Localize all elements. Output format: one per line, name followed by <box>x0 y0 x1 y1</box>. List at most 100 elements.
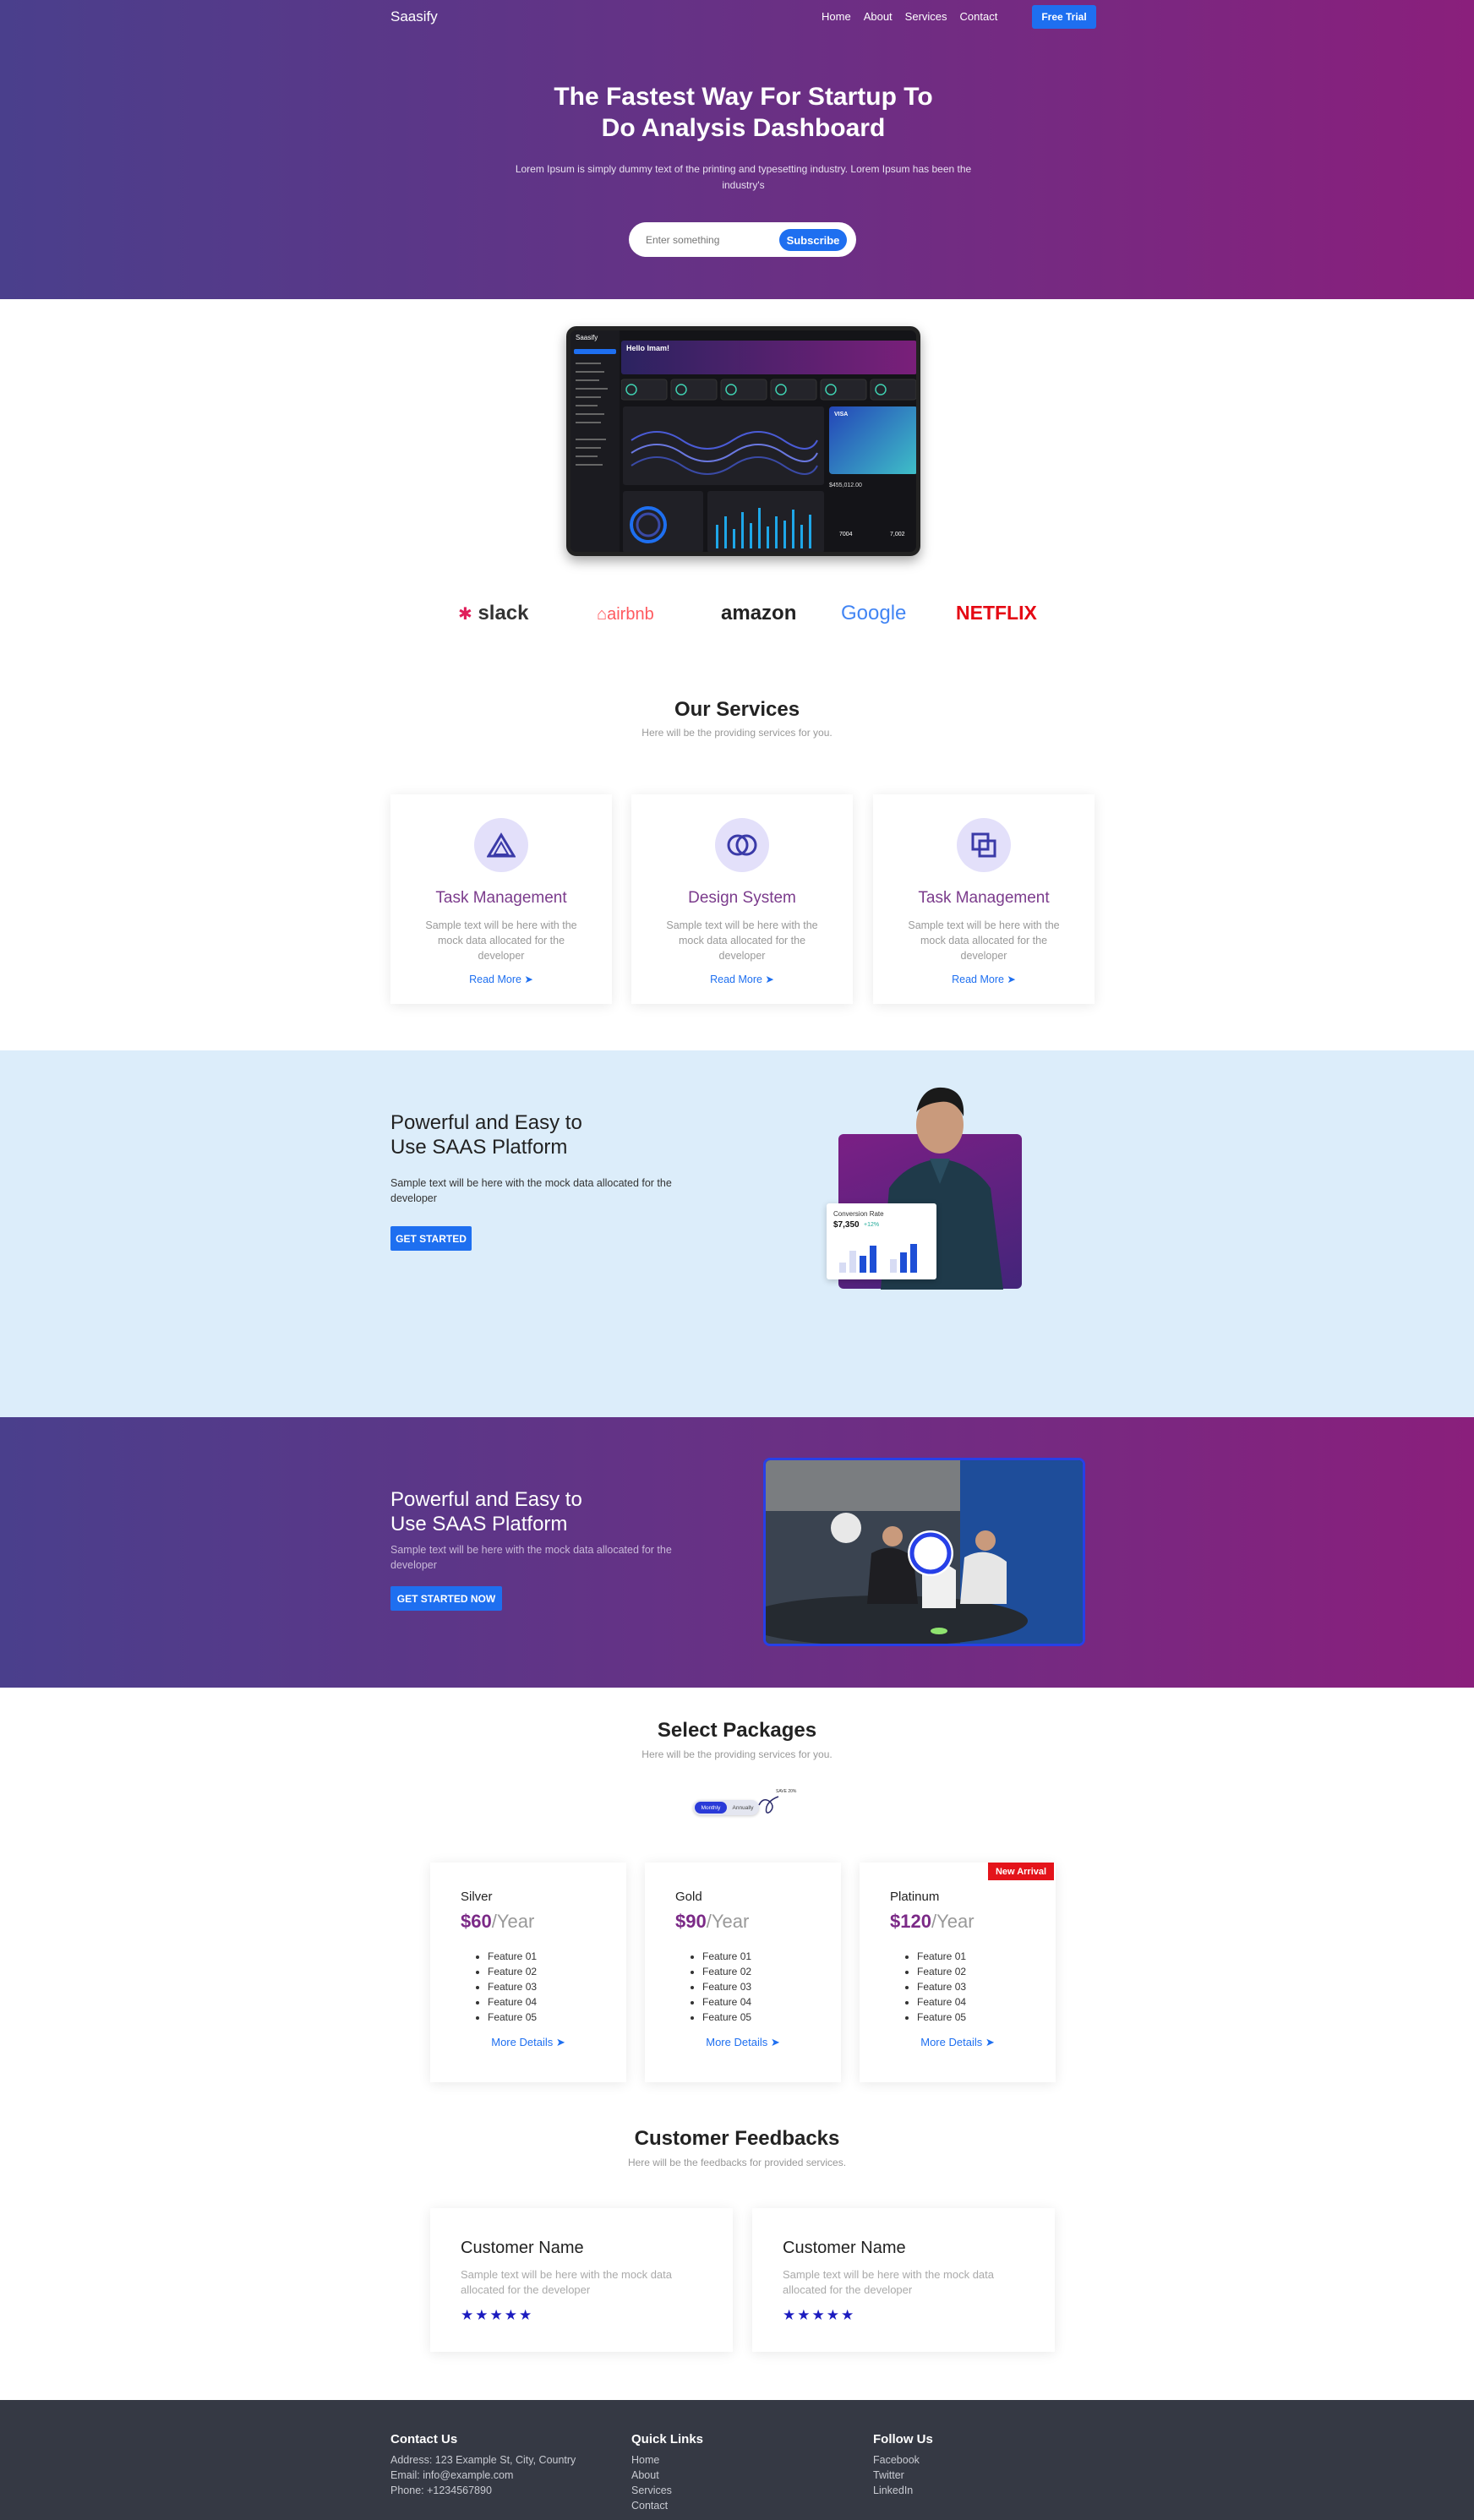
footer-follow: Follow Us Facebook Twitter LinkedIn <box>873 2432 933 2498</box>
customer-name: Customer Name <box>783 2239 906 2257</box>
subscribe-button[interactable]: Subscribe <box>779 229 847 251</box>
get-started-now-button[interactable]: GET STARTED NOW <box>390 1586 502 1611</box>
office-photo <box>766 1460 1083 1644</box>
toggle-note: SAVE 20% <box>776 1789 797 1794</box>
plan-feature: Feature 05 <box>702 2010 751 2025</box>
widget-bars <box>839 1244 917 1273</box>
footer-follow-title: Follow Us <box>873 2432 933 2446</box>
brand-slack: ✱ slack <box>458 602 529 625</box>
brand-airbnb: ⌂airbnb <box>597 605 654 625</box>
plan-period: /Year <box>931 1911 974 1932</box>
overlap-circles-icon <box>715 818 769 872</box>
footer-link-services[interactable]: Services <box>631 2483 703 2498</box>
slack-icon: ✱ <box>458 605 472 624</box>
dashboard-logo: Saasify <box>576 334 598 341</box>
star-rating-icon: ★★★★★ <box>461 2307 534 2323</box>
footer-contact: Contact Us Address: 123 Example St, City… <box>390 2432 576 2498</box>
free-trial-button[interactable]: Free Trial <box>1032 5 1096 29</box>
card-brand: VISA <box>834 412 849 417</box>
feedback-card: Customer Name Sample text will be here w… <box>752 2208 1055 2352</box>
footer-links-title: Quick Links <box>631 2432 704 2446</box>
dashboard-sidebar: Saasify <box>570 330 620 552</box>
platform-title-line2: Use SAAS Platform <box>390 1136 568 1159</box>
curly-arrow-icon <box>758 1796 779 1814</box>
plan-feature: Feature 02 <box>702 1964 751 1979</box>
platform-title: Powerful and Easy to Use SAAS Platform <box>390 1110 582 1159</box>
plan-feature: Feature 03 <box>702 1979 751 1994</box>
toggle-monthly[interactable]: Monthly <box>695 1802 727 1814</box>
dashboard-stat2: 7,002 <box>890 532 905 537</box>
hero-section: Saasify Home About Services Contact Free… <box>0 0 1474 299</box>
plan-price: $60/Year <box>461 1911 534 1933</box>
feedback-text: Sample text will be here with the mock d… <box>783 2268 995 2296</box>
widget-delta: +12% <box>864 1222 880 1228</box>
nav-about[interactable]: About <box>864 10 893 23</box>
feedback-text: Sample text will be here with the mock d… <box>461 2268 673 2296</box>
toggle-annually[interactable]: Annually <box>729 1802 757 1814</box>
more-details-link[interactable]: More Details ➤ <box>860 2036 1056 2049</box>
footer-link-twitter[interactable]: Twitter <box>873 2468 933 2483</box>
star-rating-icon: ★★★★★ <box>783 2307 856 2323</box>
footer-contact-title: Contact Us <box>390 2432 458 2446</box>
brand-netflix: NETFLIX <box>956 602 1037 624</box>
subscribe-input[interactable] <box>646 231 781 249</box>
plan-card-platinum: New Arrival Platinum $120/Year Feature 0… <box>860 1863 1056 2082</box>
footer-link-about[interactable]: About <box>631 2468 703 2483</box>
more-details-link[interactable]: More Details ➤ <box>430 2036 626 2049</box>
footer-link-home[interactable]: Home <box>631 2452 703 2468</box>
platform2-title-line1: Powerful and Easy to <box>390 1488 582 1511</box>
footer-link-contact[interactable]: Contact <box>631 2498 703 2513</box>
team-meeting-image <box>763 1458 1085 1646</box>
services-subtitle: Here will be the providing services for … <box>641 727 833 739</box>
plan-feature: Feature 02 <box>917 1964 966 1979</box>
widget-value: $7,350 <box>833 1220 860 1230</box>
widget-label: Conversion Rate <box>833 1210 884 1218</box>
triangle-icon <box>474 818 528 872</box>
plan-features: Feature 01 Feature 02 Feature 03 Feature… <box>917 1949 966 2025</box>
footer-quick-links: Quick Links Home About Services Contact <box>631 2432 703 2513</box>
plan-features: Feature 01 Feature 02 Feature 03 Feature… <box>702 1949 751 2025</box>
sidebar-menu-lines <box>576 363 608 466</box>
plan-feature: Feature 05 <box>917 2010 966 2025</box>
read-more-link[interactable]: Read More ➤ <box>390 973 612 985</box>
footer: Contact Us Address: 123 Example St, City… <box>0 2400 1474 2520</box>
plan-feature: Feature 04 <box>488 1994 537 2010</box>
sidebar-active-item <box>574 349 616 354</box>
footer-address: Address: 123 Example St, City, Country <box>390 2454 576 2466</box>
service-desc: Sample text will be here with the mock d… <box>908 919 1060 962</box>
plan-card-gold: Gold $90/Year Feature 01 Feature 02 Feat… <box>645 1863 841 2082</box>
service-card: Design System Sample text will be here w… <box>631 794 853 1004</box>
plan-price: $120/Year <box>890 1911 974 1933</box>
get-started-button[interactable]: GET STARTED <box>390 1226 472 1251</box>
feedbacks-subtitle: Here will be the feedbacks for provided … <box>627 2157 847 2168</box>
dashboard-banner: Hello Imam! <box>621 341 916 374</box>
nav-contact[interactable]: Contact <box>960 10 998 23</box>
footer-email: Email: info@example.com <box>390 2469 514 2481</box>
hero-subtitle: Lorem Ipsum is simply dummy text of the … <box>515 163 972 191</box>
read-more-link[interactable]: Read More ➤ <box>631 973 853 985</box>
read-more-link[interactable]: Read More ➤ <box>873 973 1095 985</box>
dashboard-credit-card: VISA <box>829 406 916 474</box>
plan-name: Gold <box>675 1890 702 1904</box>
airbnb-icon: ⌂ <box>597 605 608 624</box>
more-details-link[interactable]: More Details ➤ <box>645 2036 841 2049</box>
new-arrival-badge: New Arrival <box>988 1863 1054 1880</box>
hero-title-line2: Do Analysis Dashboard <box>601 114 886 142</box>
site-logo[interactable]: Saasify <box>390 8 438 25</box>
nav-services[interactable]: Services <box>905 10 947 23</box>
plan-period: /Year <box>491 1911 535 1932</box>
footer-link-facebook[interactable]: Facebook <box>873 2452 933 2468</box>
plan-price: $90/Year <box>675 1911 749 1933</box>
platform2-title: Powerful and Easy to Use SAAS Platform <box>390 1487 582 1536</box>
nav-home[interactable]: Home <box>822 10 851 23</box>
service-title: Design System <box>688 889 796 907</box>
plan-card-silver: Silver $60/Year Feature 01 Feature 02 Fe… <box>430 1863 626 2082</box>
footer-link-linkedin[interactable]: LinkedIn <box>873 2483 933 2498</box>
plan-features: Feature 01 Feature 02 Feature 03 Feature… <box>488 1949 537 2025</box>
plan-feature: Feature 01 <box>917 1949 966 1964</box>
plan-feature: Feature 04 <box>917 1994 966 2010</box>
subscribe-form: Subscribe <box>629 222 856 257</box>
billing-toggle[interactable]: Monthly Annually <box>693 1800 759 1815</box>
platform2-desc: Sample text will be here with the mock d… <box>390 1544 672 1571</box>
footer-phone: Phone: +1234567890 <box>390 2485 492 2496</box>
